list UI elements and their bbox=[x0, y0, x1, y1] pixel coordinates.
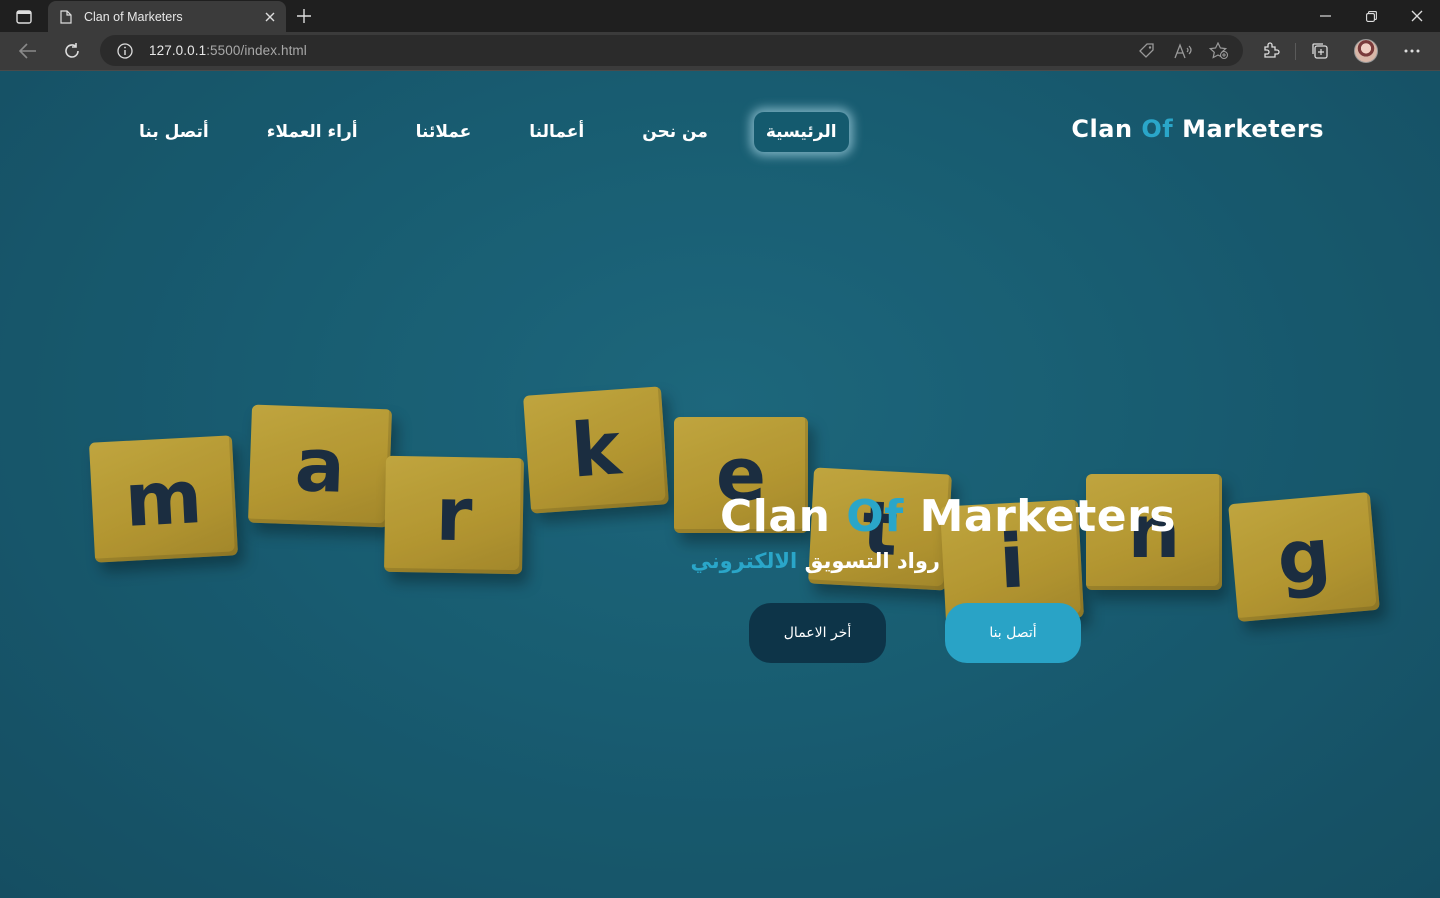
refresh-icon[interactable] bbox=[56, 36, 88, 66]
hero-subtitle-main: رواد التسويق bbox=[804, 549, 940, 573]
read-aloud-icon[interactable] bbox=[1173, 41, 1195, 61]
tag-icon[interactable] bbox=[1136, 41, 1158, 61]
close-window-icon[interactable] bbox=[1394, 0, 1440, 32]
url-path: :5500/index.html bbox=[206, 43, 307, 58]
close-icon[interactable] bbox=[258, 5, 282, 29]
collections-icon[interactable] bbox=[1308, 40, 1332, 62]
nav-contact[interactable]: أتصل بنا bbox=[127, 112, 221, 152]
tab-strip: Clan of Marketers bbox=[0, 0, 1440, 32]
hero-subtitle-accent: الالكتروني bbox=[690, 549, 798, 573]
logo-clan: Clan bbox=[1071, 115, 1133, 143]
url-host: 127.0.0.1 bbox=[149, 43, 207, 58]
avatar[interactable] bbox=[1354, 39, 1378, 63]
sidebar-toggle-icon[interactable] bbox=[10, 6, 38, 28]
background-overlay bbox=[0, 71, 1440, 898]
contact-us-button[interactable]: أتصل بنا bbox=[945, 603, 1081, 663]
address-bar[interactable]: 127.0.0.1:5500/index.html bbox=[100, 35, 1243, 66]
browser-toolbar: 127.0.0.1:5500/index.html bbox=[0, 32, 1440, 71]
hero-title-marketers: Marketers bbox=[919, 491, 1176, 542]
nav-home[interactable]: الرئيسية bbox=[753, 111, 849, 152]
logo-marketers: Marketers bbox=[1182, 115, 1324, 143]
favorite-add-icon[interactable] bbox=[1208, 41, 1230, 61]
nav-testimonials[interactable]: أراء العملاء bbox=[255, 112, 370, 152]
url-text[interactable]: 127.0.0.1:5500/index.html bbox=[149, 43, 307, 58]
latest-works-button[interactable]: أخر الاعمال bbox=[749, 603, 886, 663]
nav-works[interactable]: أعمالنا bbox=[517, 112, 596, 152]
extensions-icon[interactable] bbox=[1259, 40, 1283, 62]
main-nav: الرئيسية من نحن أعمالنا عملائنا أراء الع… bbox=[110, 108, 866, 155]
info-icon[interactable] bbox=[116, 42, 134, 60]
hero-title-of: Of bbox=[846, 491, 904, 542]
browser-chrome: Clan of Marketers 127.0.0.1:5500/index.h… bbox=[0, 0, 1440, 71]
hero-title: Clan Of Marketers bbox=[720, 491, 1176, 542]
minimize-icon[interactable] bbox=[1302, 0, 1348, 32]
web-page: m a r k e t i n g Clan Of Marketers الرئ… bbox=[0, 71, 1440, 898]
browser-tab[interactable]: Clan of Marketers bbox=[48, 1, 286, 32]
nav-clients[interactable]: عملائنا bbox=[404, 112, 484, 152]
restore-icon[interactable] bbox=[1348, 0, 1394, 32]
hero-title-clan: Clan bbox=[720, 491, 831, 542]
logo-of: Of bbox=[1141, 115, 1174, 143]
toolbar-divider bbox=[1295, 43, 1296, 60]
plus-icon[interactable] bbox=[292, 5, 316, 27]
more-icon[interactable] bbox=[1400, 40, 1424, 62]
hero-subtitle: رواد التسويق الالكتروني bbox=[690, 549, 940, 573]
nav-about[interactable]: من نحن bbox=[630, 112, 720, 152]
tab-title: Clan of Marketers bbox=[84, 9, 183, 24]
back-icon[interactable] bbox=[12, 36, 44, 66]
page-icon bbox=[60, 9, 74, 24]
site-logo[interactable]: Clan Of Marketers bbox=[1071, 115, 1324, 143]
